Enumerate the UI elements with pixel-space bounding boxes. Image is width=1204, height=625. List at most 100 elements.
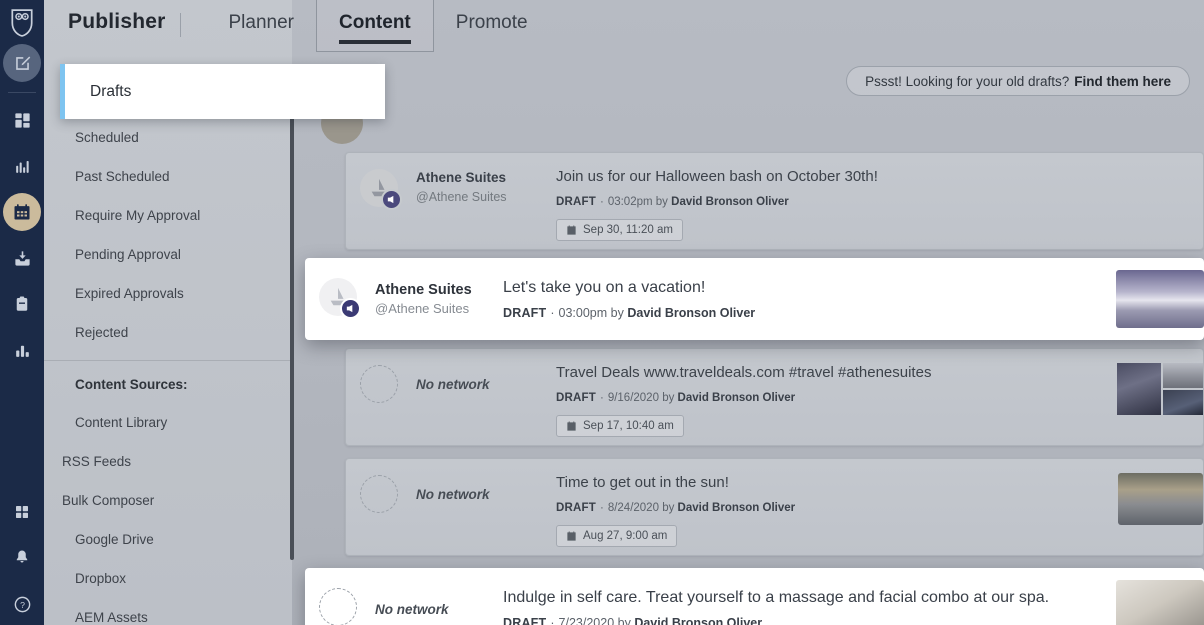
schedule-chip[interactable]: Sep 17, 10:40 am [556, 415, 684, 437]
post-text: Time to get out in the sun! [556, 474, 729, 491]
compose-icon[interactable] [3, 44, 41, 82]
schedule-chip[interactable]: Aug 27, 9:00 am [556, 525, 678, 547]
sidebar-section-label: Content Sources: [75, 377, 188, 392]
network-name: Athene Suites [375, 282, 472, 298]
draft-card-vacation[interactable]: Athene Suites @Athene Suites Let's take … [305, 258, 1204, 340]
tab-promote[interactable]: Promote [434, 0, 550, 52]
post-thumbnail-image [1163, 363, 1203, 388]
no-network-label: No network [375, 602, 449, 617]
post-author: David Bronson Oliver [677, 392, 796, 404]
avatar [360, 475, 404, 519]
post-time: 7/23/2020 [558, 616, 615, 625]
sidebar-item-content-library[interactable]: Content Library [44, 403, 292, 442]
post-author: David Bronson Oliver [634, 616, 763, 625]
sidebar-item-label: Scheduled [75, 130, 139, 145]
post-author-block: No network [404, 475, 556, 515]
sidebar-item-dropbox[interactable]: Dropbox [44, 559, 292, 598]
sidebar-item-require-my-approval[interactable]: Require My Approval [44, 196, 292, 235]
post-time: 8/24/2020 [607, 502, 659, 514]
clipboard-icon[interactable] [3, 285, 41, 323]
post-thumbnail-image [1118, 473, 1203, 525]
draft-card-sun[interactable]: No network Time to get out in the sun! D… [345, 458, 1204, 556]
sidebar-item-label: Past Scheduled [75, 169, 170, 184]
sidebar-section-content-sources: Content Sources: [44, 367, 292, 403]
post-author-block: Athene Suites @Athene Suites [363, 281, 503, 319]
network-handle: @Athene Suites [375, 301, 470, 316]
sidebar-item-bulk-composer[interactable]: Bulk Composer [44, 481, 292, 520]
sidebar-item-aem-assets[interactable]: AEM Assets [44, 598, 292, 625]
draft-card-halloween[interactable]: Athene Suites @Athene Suites Join us for… [345, 152, 1204, 250]
sidebar-divider [44, 360, 292, 361]
drafts-dropdown-panel[interactable]: Drafts [60, 64, 385, 119]
app-root: ? Scheduled Past Scheduled Require My Ap… [0, 0, 1204, 625]
old-drafts-banner[interactable]: Pssst! Looking for your old drafts? Find… [846, 66, 1190, 96]
calendar-icon[interactable] [3, 193, 41, 231]
sidebar-item-rss-feeds[interactable]: RSS Feeds [44, 442, 292, 481]
top-bar: Publisher Planner Content Promote [44, 0, 1204, 52]
tab-content[interactable]: Content [316, 0, 434, 52]
network-badge-icon [340, 298, 361, 319]
thumbnail-collage-column [1163, 363, 1203, 415]
sidebar-item-past-scheduled[interactable]: Past Scheduled [44, 157, 292, 196]
rail-divider [8, 92, 36, 93]
tab-planner[interactable]: Planner [207, 0, 317, 52]
streams-grid-icon[interactable] [3, 101, 41, 139]
old-drafts-text: Pssst! Looking for your old drafts? [865, 73, 1070, 89]
schedule-chip-label: Sep 17, 10:40 am [583, 420, 674, 432]
avatar [360, 169, 404, 213]
sidebar-item-label: Expired Approvals [75, 286, 184, 301]
brand-divider [179, 13, 181, 37]
network-name: Athene Suites [416, 170, 507, 185]
network-handle: @Athene Suites [416, 190, 507, 204]
schedule-chip-label: Sep 30, 11:20 am [583, 224, 673, 236]
sidebar-item-google-drive[interactable]: Google Drive [44, 520, 292, 559]
schedule-chip[interactable]: Sep 30, 11:20 am [556, 219, 683, 241]
inbox-download-icon[interactable] [3, 239, 41, 277]
post-time: 9/16/2020 [607, 392, 659, 404]
post-thumbnail-image [1116, 270, 1204, 328]
post-status-badge: DRAFT [556, 392, 596, 404]
no-network-avatar-placeholder [360, 475, 398, 513]
post-status-badge: DRAFT [503, 306, 547, 320]
find-them-here-link[interactable]: Find them here [1074, 74, 1171, 89]
post-body: Indulge in self care. Treat yourself to … [503, 588, 1204, 625]
page-title: Publisher [68, 10, 166, 33]
post-author: David Bronson Oliver [627, 306, 756, 320]
calendar-small-icon [567, 530, 576, 541]
svg-text:?: ? [20, 600, 25, 610]
post-author: David Bronson Oliver [677, 502, 796, 514]
sidebar-item-pending-approval[interactable]: Pending Approval [44, 235, 292, 274]
network-badge-icon [381, 189, 402, 210]
post-by-prefix: by [617, 616, 631, 625]
sidebar-item-label: Google Drive [75, 532, 154, 547]
bar-chart-icon[interactable] [3, 331, 41, 369]
owl-logo-icon [7, 6, 37, 40]
no-network-label: No network [416, 377, 490, 392]
post-body: Join us for our Halloween bash on Octobe… [556, 167, 1203, 241]
post-by-prefix: by [655, 196, 668, 208]
post-by-prefix: by [662, 502, 675, 514]
post-author: David Bronson Oliver [671, 196, 789, 208]
sidebar-item-label: AEM Assets [75, 610, 148, 625]
sidebar-item-label: Dropbox [75, 571, 127, 586]
apps-grid-icon[interactable] [3, 493, 41, 531]
draft-card-self-care[interactable]: No network Indulge in self care. Treat y… [305, 568, 1204, 625]
sidebar-item-expired-approvals[interactable]: Expired Approvals [44, 274, 292, 313]
drafts-label: Drafts [90, 82, 132, 100]
avatar [319, 278, 363, 322]
bell-icon[interactable] [3, 539, 41, 577]
analytics-wave-icon[interactable] [3, 147, 41, 185]
sidebar-item-label: Rejected [75, 325, 129, 340]
post-by-prefix: by [662, 392, 675, 404]
sidebar-scrollbar[interactable] [290, 112, 294, 560]
sidebar-item-label: Require My Approval [75, 208, 201, 223]
sidebar-item-rejected[interactable]: Rejected [44, 313, 292, 352]
avatar [319, 588, 363, 625]
draft-card-travel-deals[interactable]: No network Travel Deals www.traveldeals.… [345, 348, 1204, 446]
post-thumbnails [1117, 363, 1203, 415]
schedule-chip-label: Aug 27, 9:00 am [583, 530, 668, 542]
help-question-icon[interactable]: ? [3, 585, 41, 623]
sidebar-item-label: Pending Approval [75, 247, 181, 262]
post-meta: DRAFT · 7/23/2020 by David Bronson Oliver [503, 616, 1194, 625]
sidebar-item-scheduled[interactable]: Scheduled [44, 118, 292, 157]
